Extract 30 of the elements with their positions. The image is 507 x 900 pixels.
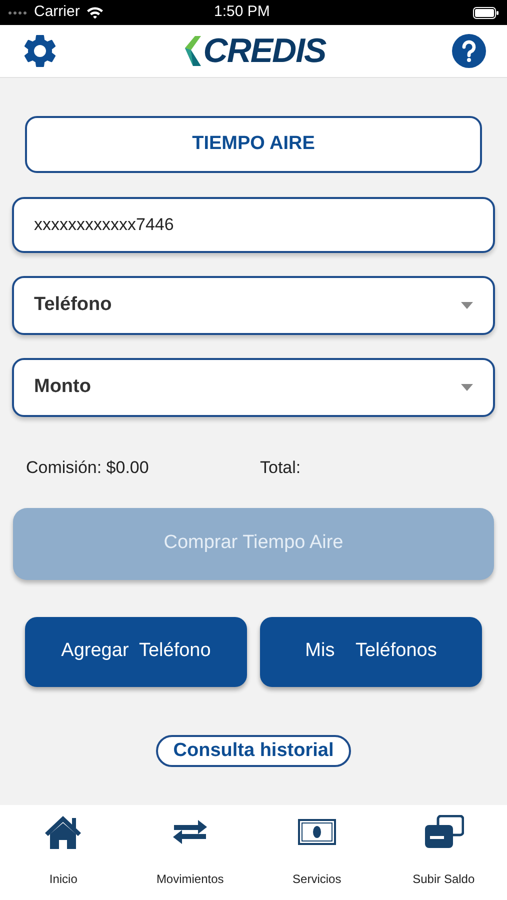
tab-label: Movimientos — [156, 871, 224, 888]
caret-icon — [461, 302, 473, 309]
help-icon[interactable] — [451, 33, 487, 69]
clock: 1:50 PM — [214, 2, 270, 22]
battery-icon — [473, 6, 499, 18]
tab-item[interactable]: Subir Saldo — [380, 805, 507, 900]
commission-label: Comisión: $0.00 — [26, 457, 150, 479]
dropdown[interactable]: Monto — [12, 358, 495, 417]
tab-item[interactable]: Servicios — [254, 805, 380, 900]
wifi-icon — [86, 6, 104, 19]
dropdown[interactable]: Teléfono — [12, 276, 495, 335]
section-title: TIEMPO AIRE — [25, 116, 482, 173]
action-button[interactable]: Mis Teléfonos — [260, 616, 482, 686]
logo-text: CREDIS — [203, 34, 326, 68]
home-icon — [43, 814, 84, 850]
transfer-icon — [172, 819, 208, 845]
action-button[interactable]: Agregar Teléfono — [25, 616, 247, 686]
carrier-label: Carrier — [34, 2, 80, 22]
tab-label: Servicios — [292, 871, 342, 888]
logo-icon — [185, 36, 202, 66]
cards-icon — [424, 815, 464, 849]
tab-item[interactable]: Movimientos — [126, 805, 254, 900]
total-label: Total: — [260, 457, 301, 479]
caret-icon — [461, 384, 473, 391]
card-number-field[interactable]: xxxxxxxxxxxx7446 — [12, 197, 495, 253]
banknote-icon — [298, 819, 336, 845]
history-button[interactable]: Consulta historial — [156, 734, 351, 766]
tab-item[interactable]: Inicio — [0, 805, 127, 900]
tab-label: Subir Saldo — [412, 871, 475, 888]
tab-label: Inicio — [49, 871, 78, 888]
